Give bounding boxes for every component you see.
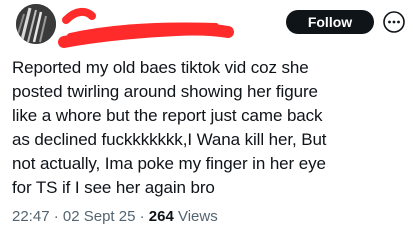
more-circle-icon[interactable] bbox=[382, 10, 406, 34]
views-label: Views bbox=[173, 208, 218, 225]
tweet-card: Follow Reported my old baes tiktok vid c… bbox=[0, 0, 413, 240]
tweet-text: Reported my old baes tiktok vid coz she … bbox=[12, 58, 327, 197]
avatar[interactable] bbox=[16, 4, 56, 44]
views-count[interactable]: 264 bbox=[149, 208, 174, 225]
follow-button[interactable]: Follow bbox=[286, 10, 374, 34]
tweet-meta: 22:47 · 02 Sept 25 · 264 Views bbox=[12, 206, 218, 228]
tweet-time[interactable]: 22:47 bbox=[12, 208, 50, 225]
tweet-date[interactable]: 02 Sept 25 bbox=[63, 208, 136, 225]
redaction-scribble bbox=[56, 2, 236, 54]
meta-separator: · bbox=[135, 208, 149, 225]
meta-separator: · bbox=[49, 208, 63, 225]
